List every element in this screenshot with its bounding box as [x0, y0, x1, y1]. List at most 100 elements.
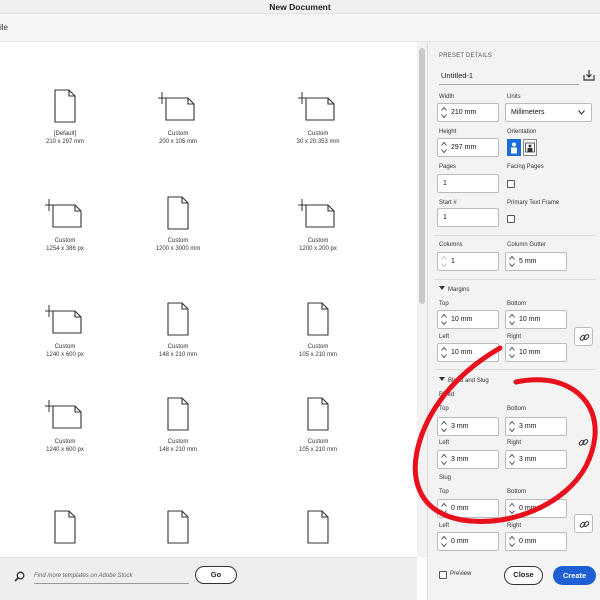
bleed-left-value: 3 mm: [451, 456, 469, 463]
template-item[interactable]: [0, 507, 130, 557]
template-item[interactable]: Custom 148 x 210 mm: [113, 394, 243, 504]
stepper-arrows-icon[interactable]: [508, 254, 516, 269]
margin-top-value: 10 mm: [451, 316, 473, 323]
start-page-field[interactable]: 1: [437, 208, 499, 227]
pages-field[interactable]: 1: [437, 174, 499, 193]
template-size: 1200 x 3000 mm: [155, 246, 201, 252]
template-item[interactable]: Custom 1254 x 386 px: [0, 193, 130, 303]
columns-label: Columns: [439, 242, 463, 248]
preview-checkbox[interactable]: [439, 571, 447, 579]
template-item[interactable]: Custom 148 x 210 mm: [113, 299, 243, 409]
bleed-top-stepper[interactable]: 3 mm: [437, 417, 499, 436]
go-button[interactable]: Go: [195, 566, 237, 584]
bleed-right-stepper[interactable]: 3 mm: [505, 450, 567, 469]
template-item[interactable]: Custom 1240 x 600 px: [0, 394, 130, 504]
facing-pages-checkbox[interactable]: [507, 180, 515, 188]
portrait-orientation-button[interactable]: [507, 139, 521, 156]
bleed-bottom-stepper[interactable]: 3 mm: [505, 417, 567, 436]
stepper-arrows-icon[interactable]: [508, 501, 516, 516]
template-name: Custom: [54, 344, 76, 350]
slug-right-label: Right: [507, 523, 522, 529]
slug-right-stepper[interactable]: 0 mm: [505, 532, 567, 551]
bleed-left-label: Left: [439, 440, 450, 446]
preset-details-panel: PRESET DETAILS Untitled-1 Width 210 mm U…: [427, 42, 600, 600]
landscape-doc-icon: [298, 199, 335, 228]
landscape-orientation-button[interactable]: [523, 139, 537, 156]
landscape-doc-icon: [45, 305, 82, 334]
slug-bottom-value: 0 mm: [519, 505, 537, 512]
margin-right-stepper[interactable]: 10 mm: [505, 343, 567, 362]
columns-stepper[interactable]: 1: [437, 252, 499, 271]
margin-top-stepper[interactable]: 10 mm: [437, 310, 499, 329]
stepper-arrows-icon[interactable]: [440, 254, 448, 269]
portrait-person-icon: [511, 142, 517, 154]
template-item[interactable]: Custom 200 x 105 mm: [113, 86, 243, 196]
template-item[interactable]: [113, 507, 243, 557]
template-item[interactable]: Custom 1240 x 600 px: [0, 299, 130, 409]
template-item[interactable]: Custom 105 x 210 mm: [253, 299, 383, 409]
landscape-doc-icon: [298, 92, 335, 121]
margin-bottom-stepper[interactable]: 10 mm: [505, 310, 567, 329]
portrait-doc-icon: [307, 510, 329, 544]
margins-heading: Margins: [448, 287, 470, 293]
slug-bottom-stepper[interactable]: 0 mm: [505, 499, 567, 518]
height-stepper[interactable]: 297 mm: [437, 138, 499, 157]
template-item[interactable]: [253, 507, 383, 557]
stepper-arrows-icon[interactable]: [440, 105, 448, 120]
stepper-arrows-icon[interactable]: [508, 345, 516, 360]
slug-link-button[interactable]: [574, 514, 593, 533]
stepper-arrows-icon[interactable]: [440, 140, 448, 155]
template-gallery: [Default] 210 x 297 mm Custom 200 x 105 mm C…: [0, 42, 417, 557]
stepper-arrows-icon[interactable]: [508, 452, 516, 467]
column-gutter-value: 5 mm: [519, 258, 537, 265]
stepper-arrows-icon[interactable]: [440, 419, 448, 434]
slug-left-stepper[interactable]: 0 mm: [437, 532, 499, 551]
bleed-slug-section-toggle[interactable]: Bleed and Slug: [439, 377, 489, 384]
portrait-doc-icon: [307, 397, 329, 431]
width-stepper[interactable]: 210 mm: [437, 103, 499, 122]
window-title: New Document: [0, 0, 600, 14]
slug-top-stepper[interactable]: 0 mm: [437, 499, 499, 518]
stepper-arrows-icon[interactable]: [440, 501, 448, 516]
units-label: Units: [507, 94, 521, 100]
margins-section-toggle[interactable]: Margins: [439, 286, 469, 293]
template-name: Custom: [167, 238, 189, 244]
template-size: 1240 x 600 px: [46, 447, 84, 453]
gallery-scrollbar[interactable]: [417, 42, 427, 557]
template-name: Custom: [307, 238, 329, 244]
divider: [434, 279, 596, 280]
units-select[interactable]: Millimeters: [505, 103, 592, 122]
width-label: Width: [439, 94, 455, 100]
bleed-link-button[interactable]: [574, 433, 593, 452]
menu-item-file[interactable]: ile: [0, 23, 8, 32]
stepper-arrows-icon[interactable]: [508, 534, 516, 549]
disclosure-triangle-icon: [439, 286, 445, 290]
landscape-doc-icon: [45, 400, 82, 429]
close-button[interactable]: Close: [504, 566, 543, 585]
margin-left-stepper[interactable]: 10 mm: [437, 343, 499, 362]
stock-search-input[interactable]: Find more templates on Adobe Stock: [34, 568, 189, 584]
margin-right-value: 10 mm: [519, 349, 541, 356]
stepper-arrows-icon[interactable]: [440, 312, 448, 327]
save-preset-icon[interactable]: [583, 69, 595, 81]
primary-text-frame-checkbox[interactable]: [507, 215, 515, 223]
scrollbar-thumb[interactable]: [419, 48, 425, 304]
template-item[interactable]: Custom 30 x 20.353 mm: [253, 86, 383, 196]
landscape-doc-icon: [158, 92, 195, 121]
stepper-arrows-icon[interactable]: [440, 452, 448, 467]
create-button[interactable]: Create: [553, 566, 596, 585]
document-name-field[interactable]: Untitled-1: [439, 67, 579, 85]
bleed-right-label: Right: [507, 440, 522, 446]
template-item[interactable]: Custom 1200 x 200 px: [253, 193, 383, 303]
bleed-left-stepper[interactable]: 3 mm: [437, 450, 499, 469]
stepper-arrows-icon[interactable]: [440, 534, 448, 549]
template-name: Custom: [54, 238, 76, 244]
template-item[interactable]: [Default] 210 x 297 mm: [0, 86, 130, 196]
column-gutter-stepper[interactable]: 5 mm: [505, 252, 567, 271]
margins-link-button[interactable]: [574, 327, 593, 346]
template-item[interactable]: Custom 1200 x 3000 mm: [113, 193, 243, 303]
stepper-arrows-icon[interactable]: [508, 312, 516, 327]
template-item[interactable]: Custom 105 x 210 mm: [253, 394, 383, 504]
stepper-arrows-icon[interactable]: [508, 419, 516, 434]
stepper-arrows-icon[interactable]: [440, 345, 448, 360]
